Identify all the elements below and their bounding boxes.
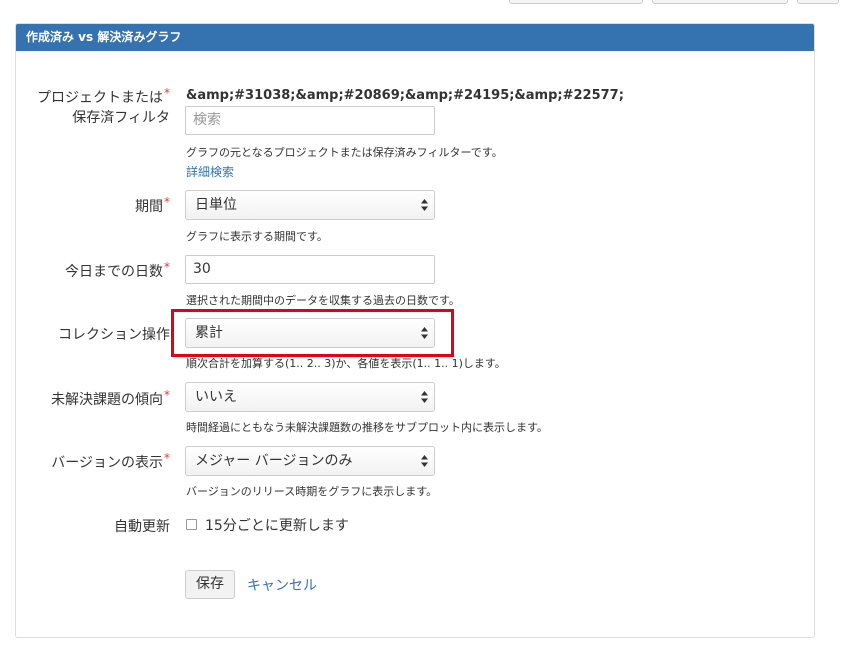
days-input[interactable]: 30 (185, 255, 435, 284)
collection-label: コレクション操作 (58, 327, 170, 343)
unresolved-trend-select[interactable]: いいえ (185, 382, 435, 412)
required-mark: * (164, 260, 170, 274)
days-label: 今日までの日数* (65, 260, 170, 280)
period-value: 日単位 (195, 197, 237, 213)
unresolved-trend-value: いいえ (195, 389, 237, 405)
auto-refresh-label: 自動更新 (114, 519, 170, 535)
unresolved-trend-label: 未解決課題の傾向* (51, 388, 170, 408)
top-button-2[interactable] (652, 0, 788, 4)
select-arrows-icon (421, 391, 428, 403)
period-select[interactable]: 日単位 (185, 190, 435, 220)
save-button[interactable]: 保存 (185, 570, 235, 599)
required-mark: * (164, 451, 170, 465)
period-label: 期間* (135, 195, 170, 215)
select-arrows-icon (421, 199, 428, 211)
days-value: 30 (193, 261, 211, 277)
project-filter-label: プロジェクトまたは* (37, 86, 170, 106)
auto-refresh-checkbox-label[interactable]: 15分ごとに更新します (205, 515, 349, 535)
selected-filter-value: &amp;#31038;&amp;#20869;&amp;#24195;&amp… (186, 88, 624, 103)
versions-select[interactable]: メジャー バージョンのみ (185, 446, 435, 476)
required-mark: * (164, 195, 170, 209)
select-arrows-icon (421, 455, 428, 467)
panel-title: 作成済み vs 解決済みグラフ (16, 24, 814, 51)
highlight-box (171, 309, 454, 357)
versions-description: バージョンのリリース時期をグラフに表示します。 (186, 485, 438, 498)
top-button-3[interactable] (797, 0, 839, 4)
top-button-1[interactable] (509, 0, 643, 4)
required-mark: * (164, 86, 170, 100)
collection-description: 順次合計を加算する(1.. 2.. 3)か、各値を表示(1.. 1.. 1)しま… (186, 357, 506, 370)
project-filter-description: グラフの元となるプロジェクトまたは保存済みフィルターです。 (186, 146, 503, 159)
versions-label: バージョンの表示* (51, 451, 170, 471)
cancel-link[interactable]: キャンセル (247, 575, 317, 595)
unresolved-trend-description: 時間経過にともなう未解決課題数の推移をサブプロット内に表示します。 (186, 421, 548, 434)
required-mark: * (164, 388, 170, 402)
search-placeholder: 検索 (193, 112, 221, 128)
days-description: 選択された期間中のデータを収集する過去の日数です。 (186, 294, 460, 307)
project-filter-label-line2: 保存済フィルタ (72, 110, 170, 126)
filter-search-input[interactable]: 検索 (185, 106, 435, 135)
period-description: グラフに表示する期間です。 (186, 230, 328, 243)
auto-refresh-checkbox[interactable] (186, 519, 197, 530)
versions-value: メジャー バージョンのみ (195, 453, 353, 469)
advanced-search-link[interactable]: 詳細検索 (186, 163, 234, 180)
